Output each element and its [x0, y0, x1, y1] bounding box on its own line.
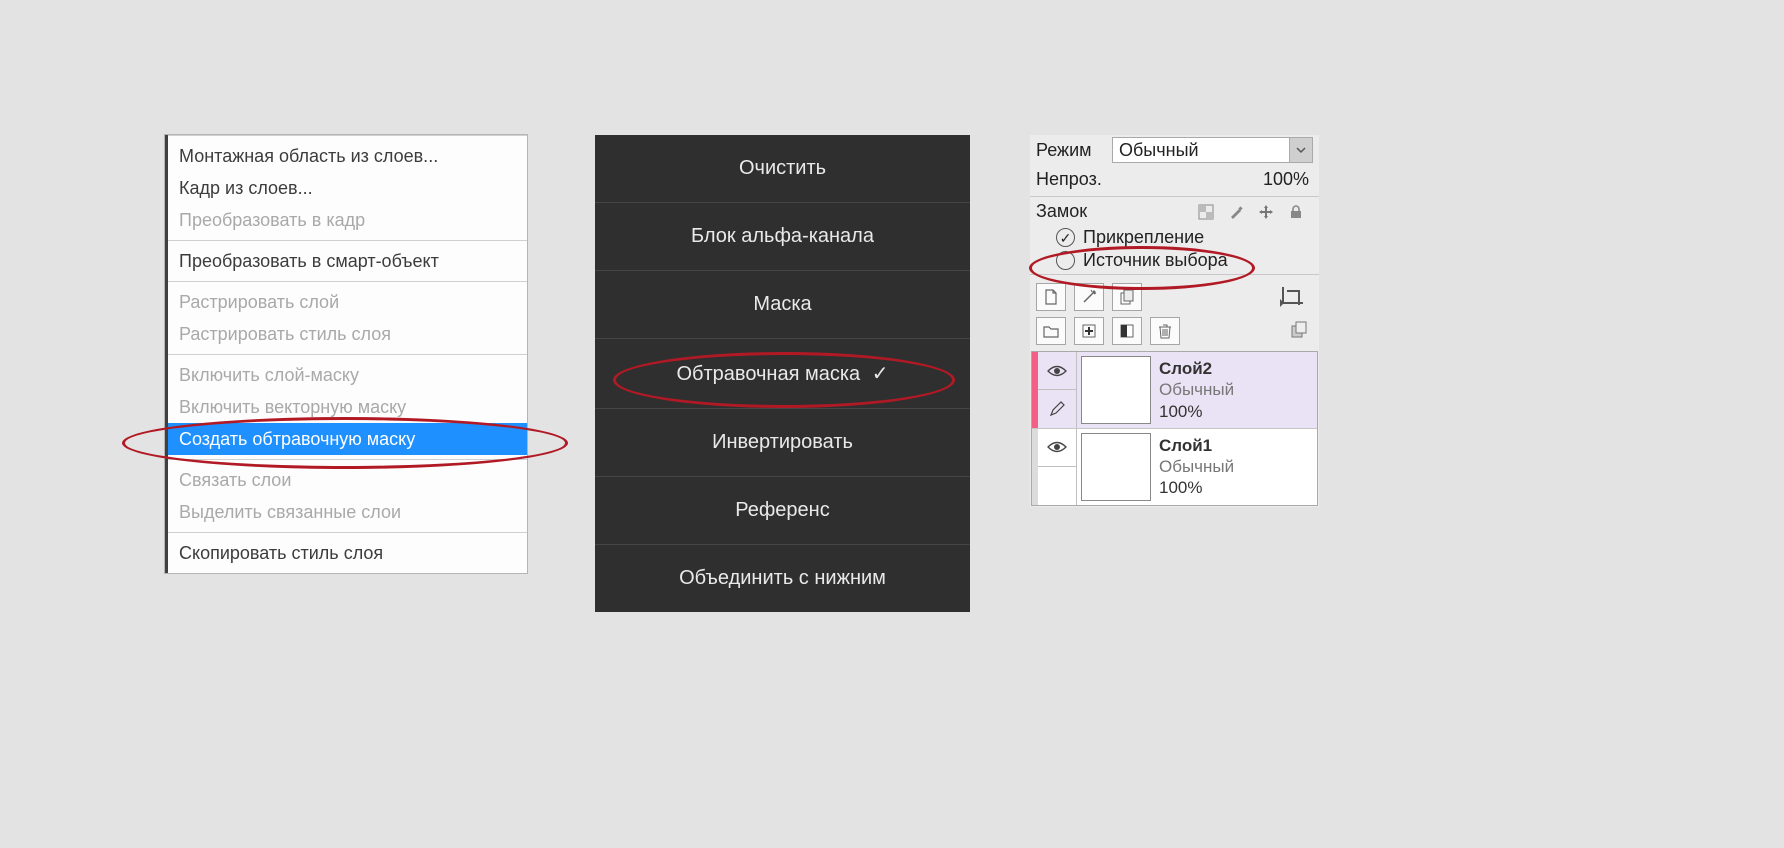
- layers-list: Слой2 Обычный 100% Слой1 Обычный 100%: [1031, 351, 1318, 506]
- photoshop-context-menu: Монтажная область из слоев... Кадр из сл…: [165, 135, 527, 573]
- layer-mode: Обычный: [1159, 379, 1313, 400]
- menu-group: Связать слои Выделить связанные слои: [165, 459, 527, 532]
- menu-item-enable-layer-mask: Включить слой-маску: [165, 359, 527, 391]
- blend-mode-label: Режим: [1036, 140, 1106, 161]
- layer-controls: [1038, 352, 1077, 428]
- panel-divider: [1030, 196, 1319, 197]
- eye-icon[interactable]: [1038, 429, 1076, 467]
- pages-icon[interactable]: [1112, 283, 1142, 311]
- opacity-row: Непроз. 100%: [1030, 167, 1319, 194]
- dark-menu-item-mask[interactable]: Маска: [595, 270, 970, 338]
- layer-meta: Слой1 Обычный 100%: [1155, 429, 1317, 505]
- layer-row[interactable]: Слой2 Обычный 100%: [1032, 352, 1317, 428]
- menu-item-frame-from-layers[interactable]: Кадр из слоев...: [165, 172, 527, 204]
- dark-menu-item-invert[interactable]: Инвертировать: [595, 408, 970, 476]
- menu-item-artboard-from-layers[interactable]: Монтажная область из слоев...: [165, 140, 527, 172]
- radio-checked-icon[interactable]: [1056, 228, 1075, 247]
- folder-icon[interactable]: [1036, 317, 1066, 345]
- dark-context-menu: Очистить Блок альфа-канала Маска Обтраво…: [595, 135, 970, 612]
- layer-opacity: 100%: [1159, 401, 1313, 422]
- selection-source-label: Источник выбора: [1083, 250, 1228, 271]
- move-icon[interactable]: [1255, 202, 1277, 222]
- add-icon[interactable]: [1074, 317, 1104, 345]
- blend-mode-select[interactable]: Обычный: [1112, 137, 1313, 163]
- attach-option[interactable]: Прикрепление: [1030, 226, 1319, 249]
- layer-toolbar-2: [1030, 317, 1319, 351]
- checkmark-icon: ✓: [872, 363, 889, 385]
- blank-cell: [1038, 467, 1076, 504]
- page-icon[interactable]: [1036, 283, 1066, 311]
- layer-meta: Слой2 Обычный 100%: [1155, 352, 1317, 428]
- checker-icon[interactable]: [1195, 202, 1217, 222]
- layer-controls: [1038, 429, 1077, 505]
- dark-menu-item-label: Обтравочная маска: [677, 363, 861, 385]
- pencil-icon[interactable]: [1038, 390, 1076, 427]
- attach-label: Прикрепление: [1083, 227, 1204, 248]
- menu-item-enable-vector-mask: Включить векторную маску: [165, 391, 527, 423]
- menu-group: Включить слой-маску Включить векторную м…: [165, 354, 527, 459]
- layer-toolbar-1: [1030, 277, 1319, 317]
- menu-item-convert-to-frame: Преобразовать в кадр: [165, 204, 527, 236]
- menu-group: Растрировать слой Растрировать стиль сло…: [165, 281, 527, 354]
- menu-group: Преобразовать в смарт-объект: [165, 240, 527, 281]
- layer-opacity: 100%: [1159, 477, 1313, 498]
- trash-icon[interactable]: [1150, 317, 1180, 345]
- layer-thumbnail[interactable]: [1081, 433, 1151, 501]
- layers-panel: Режим Обычный Непроз. 100% Замок: [1030, 135, 1319, 507]
- menu-item-link-layers: Связать слои: [165, 464, 527, 496]
- layer-name[interactable]: Слой1: [1159, 435, 1313, 456]
- blend-mode-value: Обычный: [1113, 140, 1289, 161]
- selection-source-option[interactable]: Источник выбора: [1030, 249, 1319, 272]
- layer-thumbnail[interactable]: [1081, 356, 1151, 424]
- menu-item-rasterize-layer: Растрировать слой: [165, 286, 527, 318]
- dark-menu-item-alpha-block[interactable]: Блок альфа-канала: [595, 202, 970, 270]
- menu-left-accent: [165, 135, 168, 573]
- dark-menu-item-clipping-mask[interactable]: Обтравочная маска ✓: [595, 338, 970, 408]
- menu-item-create-clipping-mask[interactable]: Создать обтравочную маску: [165, 423, 527, 455]
- lock-row: Замок: [1030, 199, 1319, 226]
- opacity-label: Непроз.: [1036, 169, 1106, 190]
- dark-menu-item-clear[interactable]: Очистить: [595, 135, 970, 202]
- menu-group: Монтажная область из слоев... Кадр из сл…: [165, 135, 527, 240]
- lock-icon[interactable]: [1285, 202, 1307, 222]
- radio-unchecked-icon[interactable]: [1056, 251, 1075, 270]
- lock-label: Замок: [1036, 201, 1106, 222]
- blend-mode-row: Режим Обычный: [1030, 135, 1319, 167]
- brush-icon[interactable]: [1225, 202, 1247, 222]
- dropdown-caret-icon[interactable]: [1289, 138, 1312, 162]
- menu-item-select-linked-layers: Выделить связанные слои: [165, 496, 527, 528]
- dark-menu-item-merge-down[interactable]: Объединить с нижним: [595, 544, 970, 612]
- opacity-value[interactable]: 100%: [1263, 169, 1313, 190]
- menu-item-convert-to-smart-object[interactable]: Преобразовать в смарт-объект: [165, 245, 527, 277]
- mask-icon[interactable]: [1112, 317, 1142, 345]
- menu-item-copy-layer-style[interactable]: Скопировать стиль слоя: [165, 537, 527, 569]
- eye-icon[interactable]: [1038, 352, 1076, 390]
- copy-icon[interactable]: [1285, 317, 1313, 343]
- layer-row[interactable]: Слой1 Обычный 100%: [1032, 428, 1317, 505]
- panel-divider: [1030, 274, 1319, 275]
- wand-icon[interactable]: [1074, 283, 1104, 311]
- menu-item-rasterize-layer-style: Растрировать стиль слоя: [165, 318, 527, 350]
- crop-icon[interactable]: [1273, 283, 1313, 309]
- dark-menu-item-reference[interactable]: Референс: [595, 476, 970, 544]
- layer-name[interactable]: Слой2: [1159, 358, 1313, 379]
- layer-mode: Обычный: [1159, 456, 1313, 477]
- menu-group: Скопировать стиль слоя: [165, 532, 527, 573]
